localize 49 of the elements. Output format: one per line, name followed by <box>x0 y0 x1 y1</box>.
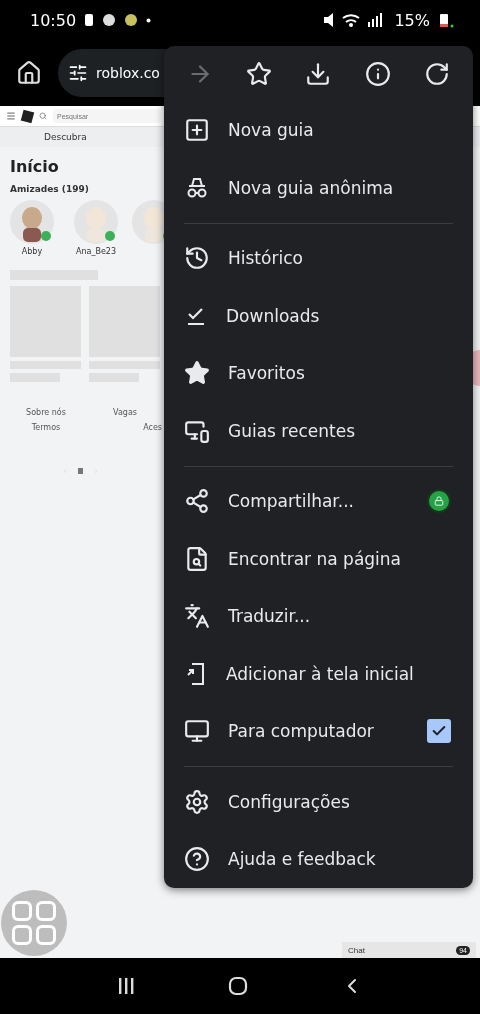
footer-link[interactable]: Termos <box>31 423 61 432</box>
logo-icon <box>20 109 35 123</box>
friend-name: Abby <box>21 247 43 256</box>
menu-item[interactable]: Adicionar à tela inicial <box>164 645 473 703</box>
menu-item[interactable]: Histórico <box>164 229 473 288</box>
plus-square-icon <box>184 117 210 144</box>
help-icon <box>184 846 210 873</box>
url-text: roblox.co <box>96 65 160 81</box>
menu-item[interactable]: Nova guia <box>164 101 473 160</box>
star-icon <box>184 360 210 387</box>
dot-icon <box>146 17 152 23</box>
footer-link[interactable]: Sobre nós <box>26 408 66 417</box>
recents-icon <box>116 976 136 996</box>
menu-item[interactable]: Nova guia anônima <box>164 159 473 217</box>
settings-icon <box>184 788 210 815</box>
battery-icon <box>438 12 454 28</box>
skeleton-tile <box>89 286 160 357</box>
info-icon <box>364 60 391 87</box>
page-indicator <box>77 468 83 474</box>
menu-item[interactable]: Encontrar na página <box>164 530 473 588</box>
battery-percent: 15% <box>394 10 430 30</box>
translate-icon <box>184 603 210 630</box>
reload-icon <box>424 60 451 87</box>
site-settings-icon[interactable] <box>68 63 88 83</box>
download-icon <box>305 60 332 87</box>
menu-item[interactable]: Ajuda e feedback <box>164 830 473 888</box>
history-icon <box>184 245 210 272</box>
menu-item[interactable]: Para computador <box>164 702 473 761</box>
footer-link[interactable]: Aces <box>143 423 162 432</box>
menu-item[interactable]: Configurações <box>164 773 473 831</box>
menu-item[interactable]: Traduzir... <box>164 587 473 646</box>
home-icon <box>228 976 248 996</box>
menu-item[interactable]: Compartilhar... <box>164 472 473 531</box>
monitor-icon <box>184 718 210 745</box>
skeleton-bar <box>89 361 160 369</box>
star-icon <box>246 60 273 87</box>
menu-item[interactable]: Favoritos <box>164 344 473 403</box>
clock: 10:50 <box>30 10 77 30</box>
find-page-icon <box>184 545 210 572</box>
friends-heading: Amizades (199) <box>10 184 89 194</box>
share-icon <box>184 488 210 515</box>
footer-link[interactable]: Vagas <box>113 408 137 417</box>
search-icon <box>39 112 47 120</box>
menu-item[interactable]: Guias recentes <box>164 402 473 460</box>
checkbox[interactable] <box>427 719 451 744</box>
section-label[interactable]: Descubra <box>44 132 87 142</box>
page-title: Início <box>10 157 59 176</box>
friend-name: Ana_Be23 <box>75 247 116 256</box>
menu-item[interactable]: Downloads <box>164 287 473 345</box>
